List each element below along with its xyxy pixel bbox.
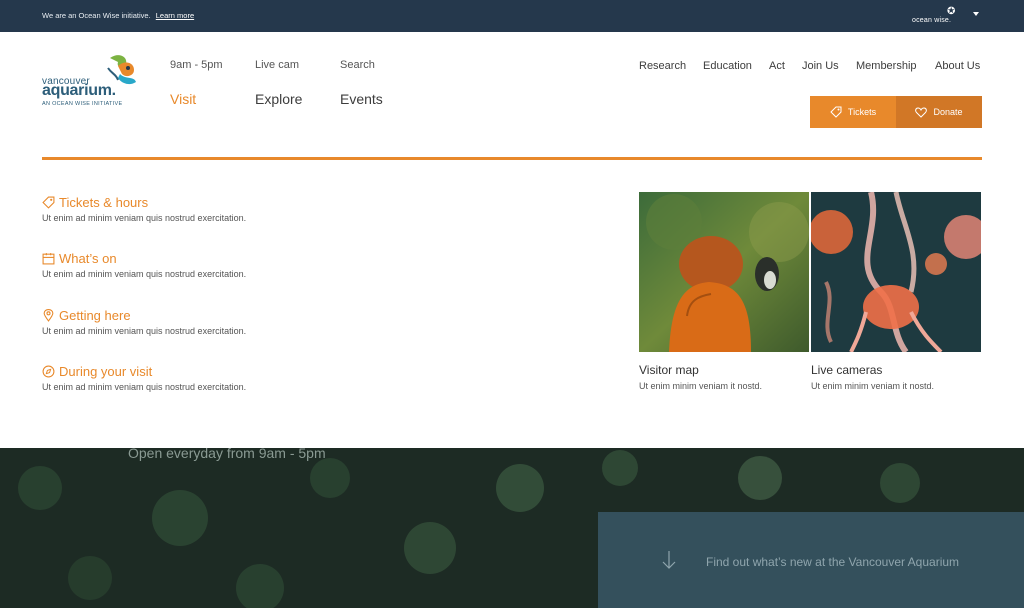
logo-word-aquarium: aquarium.: [42, 82, 116, 99]
ocean-wise-logo[interactable]: ✪ ocean wise.: [910, 7, 962, 27]
fish-icon: ✪: [947, 6, 956, 17]
menu-item-description: Ut enim ad minim veniam quis nostrud exe…: [42, 326, 247, 336]
nav-explore[interactable]: Explore: [255, 91, 302, 107]
search-link[interactable]: Search: [340, 59, 375, 71]
nav-about-us[interactable]: About Us: [935, 60, 980, 72]
menu-item-tickets-hours[interactable]: Tickets & hours Ut enim ad minim veniam …: [42, 195, 462, 223]
notice-text: We are an Ocean Wise initiative.: [42, 11, 151, 20]
top-bar: We are an Ocean Wise initiative. Learn m…: [0, 0, 1024, 32]
menu-item-whats-on[interactable]: What’s on Ut enim ad minim veniam quis n…: [42, 251, 462, 279]
card-description: Ut enim minim veniam it nostd.: [811, 381, 935, 391]
nav-research[interactable]: Research: [639, 60, 686, 72]
arrow-down-icon: [662, 551, 676, 569]
menu-item-description: Ut enim ad minim veniam quis nostrud exe…: [42, 382, 247, 392]
menu-divider: [42, 157, 982, 160]
menu-item-getting-here[interactable]: Getting here Ut enim ad minim veniam qui…: [42, 308, 462, 336]
menu-item-description: Ut enim ad minim veniam quis nostrud exe…: [42, 213, 247, 223]
menu-item-description: Ut enim ad minim veniam quis nostrud exe…: [42, 269, 247, 279]
nav-events[interactable]: Events: [340, 91, 383, 107]
visitor-map-image: [639, 192, 809, 352]
card-title: Live cameras: [811, 363, 883, 377]
hours-link[interactable]: 9am - 5pm: [170, 59, 223, 71]
ocean-wise-logo-text: ocean wise.: [912, 17, 952, 24]
compass-icon: [42, 365, 55, 378]
hero-hours-text: Open everyday from 9am - 5pm: [128, 448, 326, 461]
nav-visit[interactable]: Visit: [170, 91, 196, 107]
logo-tagline: AN OCEAN WISE INITIATIVE: [42, 101, 123, 107]
nav-education[interactable]: Education: [703, 60, 752, 72]
chevron-down-icon[interactable]: [973, 12, 979, 16]
menu-item-title: Getting here: [59, 308, 131, 323]
header: vancouver aquarium. AN OCEAN WISE INITIA…: [0, 32, 1024, 448]
donate-button[interactable]: Donate: [896, 96, 982, 128]
tickets-button[interactable]: Tickets: [810, 96, 896, 128]
menu-item-title: During your visit: [59, 364, 153, 379]
ocean-wise-notice: We are an Ocean Wise initiative. Learn m…: [42, 11, 194, 20]
nav-act[interactable]: Act: [769, 60, 785, 72]
vancouver-aquarium-logo[interactable]: vancouver aquarium. AN OCEAN WISE INITIA…: [42, 54, 142, 110]
nav-membership[interactable]: Membership: [856, 60, 917, 72]
nav-join-us[interactable]: Join Us: [802, 60, 839, 72]
calendar-icon: [42, 253, 55, 265]
whats-new-link[interactable]: Find out what’s new at the Vancouver Aqu…: [706, 555, 959, 569]
learn-more-link[interactable]: Learn more: [156, 11, 194, 20]
card-description: Ut enim minim veniam it nostd.: [639, 381, 763, 391]
heart-icon: [915, 106, 928, 118]
menu-item-title: Tickets & hours: [59, 195, 149, 210]
whats-new-panel[interactable]: Find out what’s new at the Vancouver Aqu…: [598, 512, 1024, 608]
live-cameras-image: [811, 192, 981, 352]
menu-item-during-visit[interactable]: During your visit Ut enim ad minim venia…: [42, 364, 462, 392]
map-pin-icon: [43, 309, 54, 322]
card-visitor-map[interactable]: Visitor map Ut enim minim veniam it nost…: [639, 192, 809, 391]
card-live-cameras[interactable]: Live cameras Ut enim minim veniam it nos…: [811, 192, 981, 391]
menu-item-title: What’s on: [59, 251, 117, 266]
live-cam-link[interactable]: Live cam: [255, 59, 299, 71]
tag-icon: [42, 196, 55, 209]
tag-icon: [830, 106, 842, 118]
tickets-button-label: Tickets: [847, 107, 877, 117]
donate-button-label: Donate: [933, 107, 963, 117]
hero-section: Open everyday from 9am - 5pm Find out wh…: [0, 448, 1024, 608]
card-title: Visitor map: [639, 363, 699, 377]
